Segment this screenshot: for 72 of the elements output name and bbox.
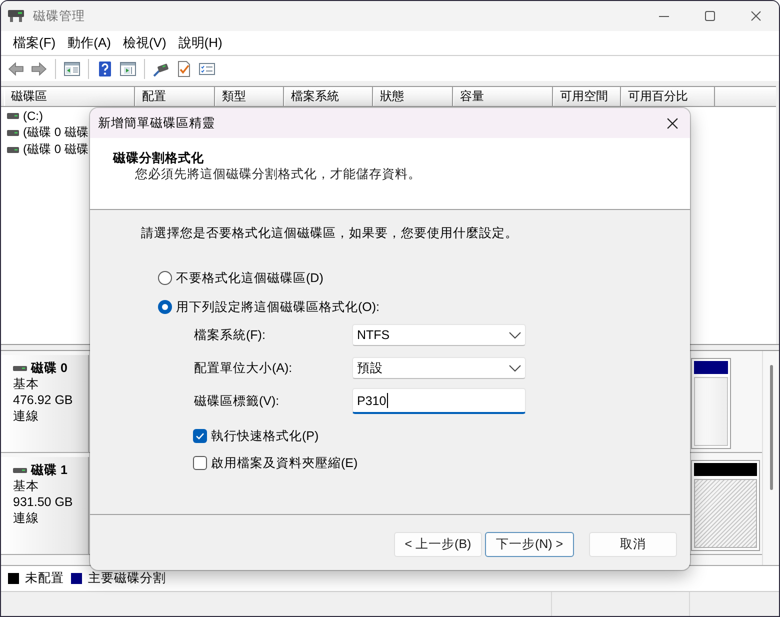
volume-name[interactable]: (磁碟 0 磁碟 bbox=[23, 124, 88, 141]
checkbox-label[interactable]: 執行快速格式化(P) bbox=[211, 428, 319, 444]
checklist-icon[interactable] bbox=[199, 60, 215, 76]
drive-icon bbox=[7, 130, 19, 136]
close-icon[interactable] bbox=[666, 118, 678, 128]
disk-drive-icon bbox=[8, 9, 24, 23]
partition-block[interactable] bbox=[691, 358, 731, 449]
disk-name: 磁碟 1 bbox=[31, 462, 68, 478]
radio-button[interactable] bbox=[158, 271, 172, 285]
drive-icon bbox=[7, 112, 19, 118]
checkbox-label[interactable]: 啟用檔案及資料夾壓縮(E) bbox=[211, 454, 358, 472]
checkbox[interactable] bbox=[193, 429, 207, 443]
disk-status: 連線 bbox=[13, 408, 40, 424]
chevron-down-icon bbox=[509, 332, 521, 338]
column-header[interactable]: 可用百分比 bbox=[621, 87, 715, 106]
close-icon[interactable] bbox=[751, 11, 761, 21]
forward-arrow-icon[interactable] bbox=[31, 60, 47, 76]
checked-document-icon[interactable] bbox=[176, 60, 192, 76]
radio-label[interactable]: 不要格式化這個磁碟區(D) bbox=[176, 270, 324, 286]
maximize-icon[interactable] bbox=[705, 11, 715, 21]
page-heading: 磁碟分割格式化 bbox=[113, 150, 205, 166]
window-title: 磁碟管理 bbox=[33, 8, 85, 24]
disk-info-panel[interactable]: 磁碟 0 基本 476.92 GB 連線 bbox=[1, 355, 89, 452]
wizard-button[interactable]: 下一步(N) > bbox=[485, 532, 574, 556]
column-header[interactable]: 檔案系統 bbox=[284, 87, 373, 106]
legend-label: 未配置 bbox=[25, 570, 64, 587]
disk-status: 連線 bbox=[13, 510, 40, 526]
drive-icon bbox=[7, 146, 19, 152]
checkbox[interactable] bbox=[193, 456, 207, 470]
dropdown[interactable]: 預設 bbox=[352, 357, 526, 379]
menu-item[interactable]: 動作(A) bbox=[62, 32, 117, 54]
volume-name[interactable]: (C:) bbox=[23, 108, 43, 122]
column-header[interactable]: 狀態 bbox=[373, 87, 453, 106]
window-icon[interactable] bbox=[120, 60, 136, 76]
disk-size: 476.92 GB bbox=[13, 392, 74, 408]
disk-info-panel[interactable]: 磁碟 1 基本 931.50 GB 連線 bbox=[1, 457, 89, 554]
dropdown[interactable]: NTFS bbox=[352, 324, 526, 346]
column-header[interactable]: 類型 bbox=[215, 87, 284, 106]
drive-icon bbox=[13, 468, 27, 472]
disk-size: 931.50 GB bbox=[13, 494, 74, 510]
wizard-button[interactable]: < 上一步(B) bbox=[394, 532, 482, 556]
page-description: 您必須先將這個磁碟分割格式化，才能儲存資料。 bbox=[134, 166, 422, 182]
drive-icon[interactable] bbox=[153, 60, 169, 76]
legend-label: 主要磁碟分割 bbox=[88, 570, 166, 587]
column-header[interactable]: 可用空間 bbox=[553, 87, 621, 106]
text-field[interactable]: P310 bbox=[352, 388, 526, 414]
menu-item[interactable]: 說明(H) bbox=[172, 32, 228, 54]
column-header[interactable]: 磁碟區 bbox=[4, 87, 135, 106]
drive-icon bbox=[13, 366, 27, 370]
field-label: 磁碟區標籤(V): bbox=[194, 392, 280, 410]
disk-name: 磁碟 0 bbox=[31, 360, 68, 376]
instruction-text: 請選擇您是否要格式化這個磁碟區，如果要，您要使用什麼設定。 bbox=[141, 225, 519, 242]
field-label: 配置單位大小(A): bbox=[194, 360, 294, 376]
text-cursor-icon bbox=[387, 393, 388, 408]
column-header[interactable]: 容量 bbox=[453, 87, 553, 106]
panel-window-icon[interactable] bbox=[64, 60, 80, 76]
volume-name[interactable]: (磁碟 0 磁碟 bbox=[23, 141, 88, 158]
dialog-title: 新增簡單磁碟區精靈 bbox=[98, 114, 215, 132]
field-label: 檔案系統(F): bbox=[194, 326, 266, 344]
back-arrow-icon[interactable] bbox=[8, 60, 24, 76]
scrollbar-thumb[interactable] bbox=[770, 365, 772, 490]
chevron-down-icon bbox=[509, 364, 521, 372]
partition-block[interactable] bbox=[691, 460, 760, 551]
column-header[interactable]: 配置 bbox=[135, 87, 215, 106]
disk-type: 基本 bbox=[13, 376, 40, 392]
radio-button[interactable] bbox=[158, 300, 172, 314]
menu-item[interactable]: 檔案(F) bbox=[7, 32, 62, 54]
help-icon[interactable] bbox=[97, 60, 113, 76]
radio-label[interactable]: 用下列設定將這個磁碟區格式化(O): bbox=[176, 298, 380, 316]
menu-item[interactable]: 檢視(V) bbox=[116, 32, 172, 54]
disk-type: 基本 bbox=[13, 478, 40, 494]
wizard-button[interactable]: 取消 bbox=[589, 532, 677, 556]
